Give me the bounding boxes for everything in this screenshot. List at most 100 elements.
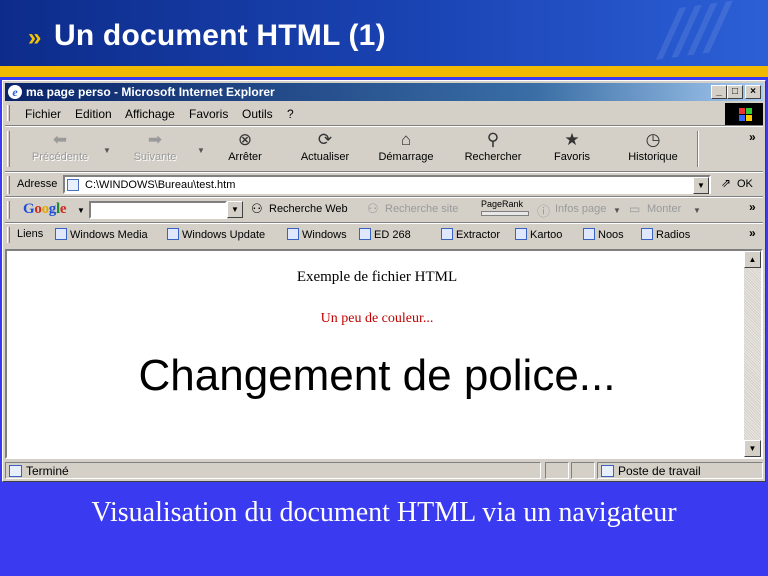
page-text-font: Changement de police... [138, 351, 616, 400]
link-windows-update[interactable]: Windows Update [167, 228, 265, 241]
history-clock-icon: ◷ [645, 130, 661, 149]
status-bar: Terminé Poste de travail [5, 461, 763, 480]
title-chevron: » [28, 24, 42, 51]
google-menu-dropdown-icon[interactable]: ▼ [77, 206, 85, 215]
forward-dropdown-icon[interactable]: ▼ [197, 146, 205, 155]
page-info-dropdown-icon[interactable]: ▼ [613, 206, 621, 215]
page-done-icon [9, 465, 22, 477]
go-button[interactable]: OK [737, 178, 753, 190]
menu-help[interactable]: ? [287, 107, 294, 121]
menu-affichage[interactable]: Affichage [125, 107, 175, 121]
home-button[interactable]: ⌂ Démarrage [373, 130, 439, 168]
stop-button[interactable]: ⊗ Arrêter [215, 130, 275, 168]
links-bar: Liens Windows Media Windows Update Windo… [5, 225, 763, 245]
status-zone: Poste de travail [618, 464, 701, 478]
pagerank-bar [481, 211, 529, 216]
toolbar-grip[interactable] [7, 227, 10, 243]
browser-window: e ma page perso - Microsoft Internet Exp… [2, 80, 766, 482]
slide-header: ⁄⁄⁄⁄ » Un document HTML (1) [0, 0, 768, 70]
page-icon [67, 179, 79, 191]
page-icon [641, 228, 653, 240]
page-icon [287, 228, 299, 240]
home-icon: ⌂ [400, 130, 412, 149]
google-more-icon[interactable]: » [749, 200, 756, 214]
address-bar: Adresse C:\WINDOWS\Bureau\test.htm ▼ ⇗ O… [5, 174, 763, 196]
standard-toolbar: ⬅ Précédente ▼ ➡ Suivante ▼ ⊗ Arrêter ⟳ … [5, 128, 763, 170]
status-zone-panel: Poste de travail [597, 462, 763, 479]
menu-outils[interactable]: Outils [242, 107, 273, 121]
favorites-button[interactable]: ★ Favoris [545, 130, 599, 168]
separator [5, 222, 763, 224]
link-kartoo[interactable]: Kartoo [515, 228, 562, 241]
link-ed-268[interactable]: ED 268 [359, 228, 411, 241]
link-extractor[interactable]: Extractor [441, 228, 500, 241]
separator [5, 196, 763, 198]
toolbar-separator [697, 131, 699, 167]
menu-favoris[interactable]: Favoris [189, 107, 228, 121]
google-search-web-button[interactable]: Recherche Web [269, 203, 348, 215]
arrow-left-icon: ⬅ [52, 130, 68, 149]
scroll-up-icon[interactable]: ▲ [744, 251, 761, 268]
up-button[interactable]: Monter [647, 203, 681, 215]
back-button[interactable]: ⬅ Précédente [27, 130, 93, 168]
address-input[interactable]: C:\WINDOWS\Bureau\test.htm ▼ [63, 175, 711, 194]
go-arrow-icon[interactable]: ⇗ [721, 176, 731, 190]
status-panel-empty [571, 462, 595, 479]
google-search-input[interactable] [89, 201, 227, 219]
menu-fichier[interactable]: Fichier [25, 107, 61, 121]
links-more-icon[interactable]: » [749, 226, 756, 240]
address-dropdown-icon[interactable]: ▼ [693, 177, 709, 194]
header-decoration: ⁄⁄⁄⁄ [660, 0, 734, 70]
page-text-1: Exemple de fichier HTML [296, 269, 458, 285]
page-icon [167, 228, 179, 240]
address-label: Adresse [17, 178, 58, 190]
windows-flag-icon [725, 103, 763, 125]
refresh-icon: ⟳ [317, 130, 333, 149]
scroll-down-icon[interactable]: ▼ [744, 440, 761, 457]
stop-icon: ⊗ [237, 130, 253, 149]
toolbar-more-icon[interactable]: » [749, 130, 756, 144]
refresh-button[interactable]: ⟳ Actualiser [293, 130, 357, 168]
toolbar-grip[interactable] [7, 105, 10, 121]
toolbar-grip[interactable] [7, 201, 10, 219]
slide-title: Un document HTML (1) [54, 19, 386, 52]
computer-icon [601, 465, 614, 477]
page-icon [441, 228, 453, 240]
separator [5, 171, 763, 173]
menu-bar: Fichier Edition Affichage Favoris Outils… [5, 103, 763, 125]
toolbar-grip[interactable] [7, 131, 10, 167]
menu-edition[interactable]: Edition [75, 107, 112, 121]
link-noos[interactable]: Noos [583, 228, 624, 241]
separator [5, 125, 763, 127]
status-panel: Terminé [5, 462, 541, 479]
ie-logo-icon: e [8, 85, 22, 99]
page-text-colored: Un peu de couleur... [320, 311, 434, 326]
link-radios[interactable]: Radios [641, 228, 690, 241]
search-button[interactable]: ⚲ Rechercher [457, 130, 529, 168]
history-button[interactable]: ◷ Historique [619, 130, 687, 168]
up-dropdown-icon[interactable]: ▼ [693, 206, 701, 215]
page-content: Exemple de fichier HTML Un peu de couleu… [5, 249, 763, 459]
maximize-button[interactable]: □ [727, 85, 743, 99]
status-text: Terminé [26, 464, 69, 478]
vertical-scrollbar[interactable]: ▲ ▼ [744, 251, 761, 457]
page-info-button[interactable]: Infos page [555, 203, 606, 215]
site-search-icon: ⚇ [367, 201, 379, 216]
search-icon: ⚲ [486, 130, 500, 149]
google-logo[interactable]: Google [23, 201, 67, 218]
folder-up-icon: ▭ [629, 202, 641, 216]
link-windows[interactable]: Windows [287, 228, 347, 241]
pagerank-label: PageRank [481, 199, 524, 209]
google-search-dropdown-icon[interactable]: ▼ [227, 201, 243, 218]
link-windows-media[interactable]: Windows Media [55, 228, 148, 241]
forward-button[interactable]: ➡ Suivante [123, 130, 187, 168]
google-search-site-button[interactable]: Recherche site [385, 203, 458, 215]
window-titlebar[interactable]: e ma page perso - Microsoft Internet Exp… [5, 83, 763, 101]
minimize-button[interactable]: _ [711, 85, 727, 99]
back-dropdown-icon[interactable]: ▼ [103, 146, 111, 155]
close-button[interactable]: × [745, 85, 761, 99]
window-title: ma page perso - Microsoft Internet Explo… [26, 85, 275, 99]
folder-star-icon: ★ [564, 130, 580, 149]
links-label: Liens [17, 228, 44, 240]
toolbar-grip[interactable] [7, 176, 10, 194]
